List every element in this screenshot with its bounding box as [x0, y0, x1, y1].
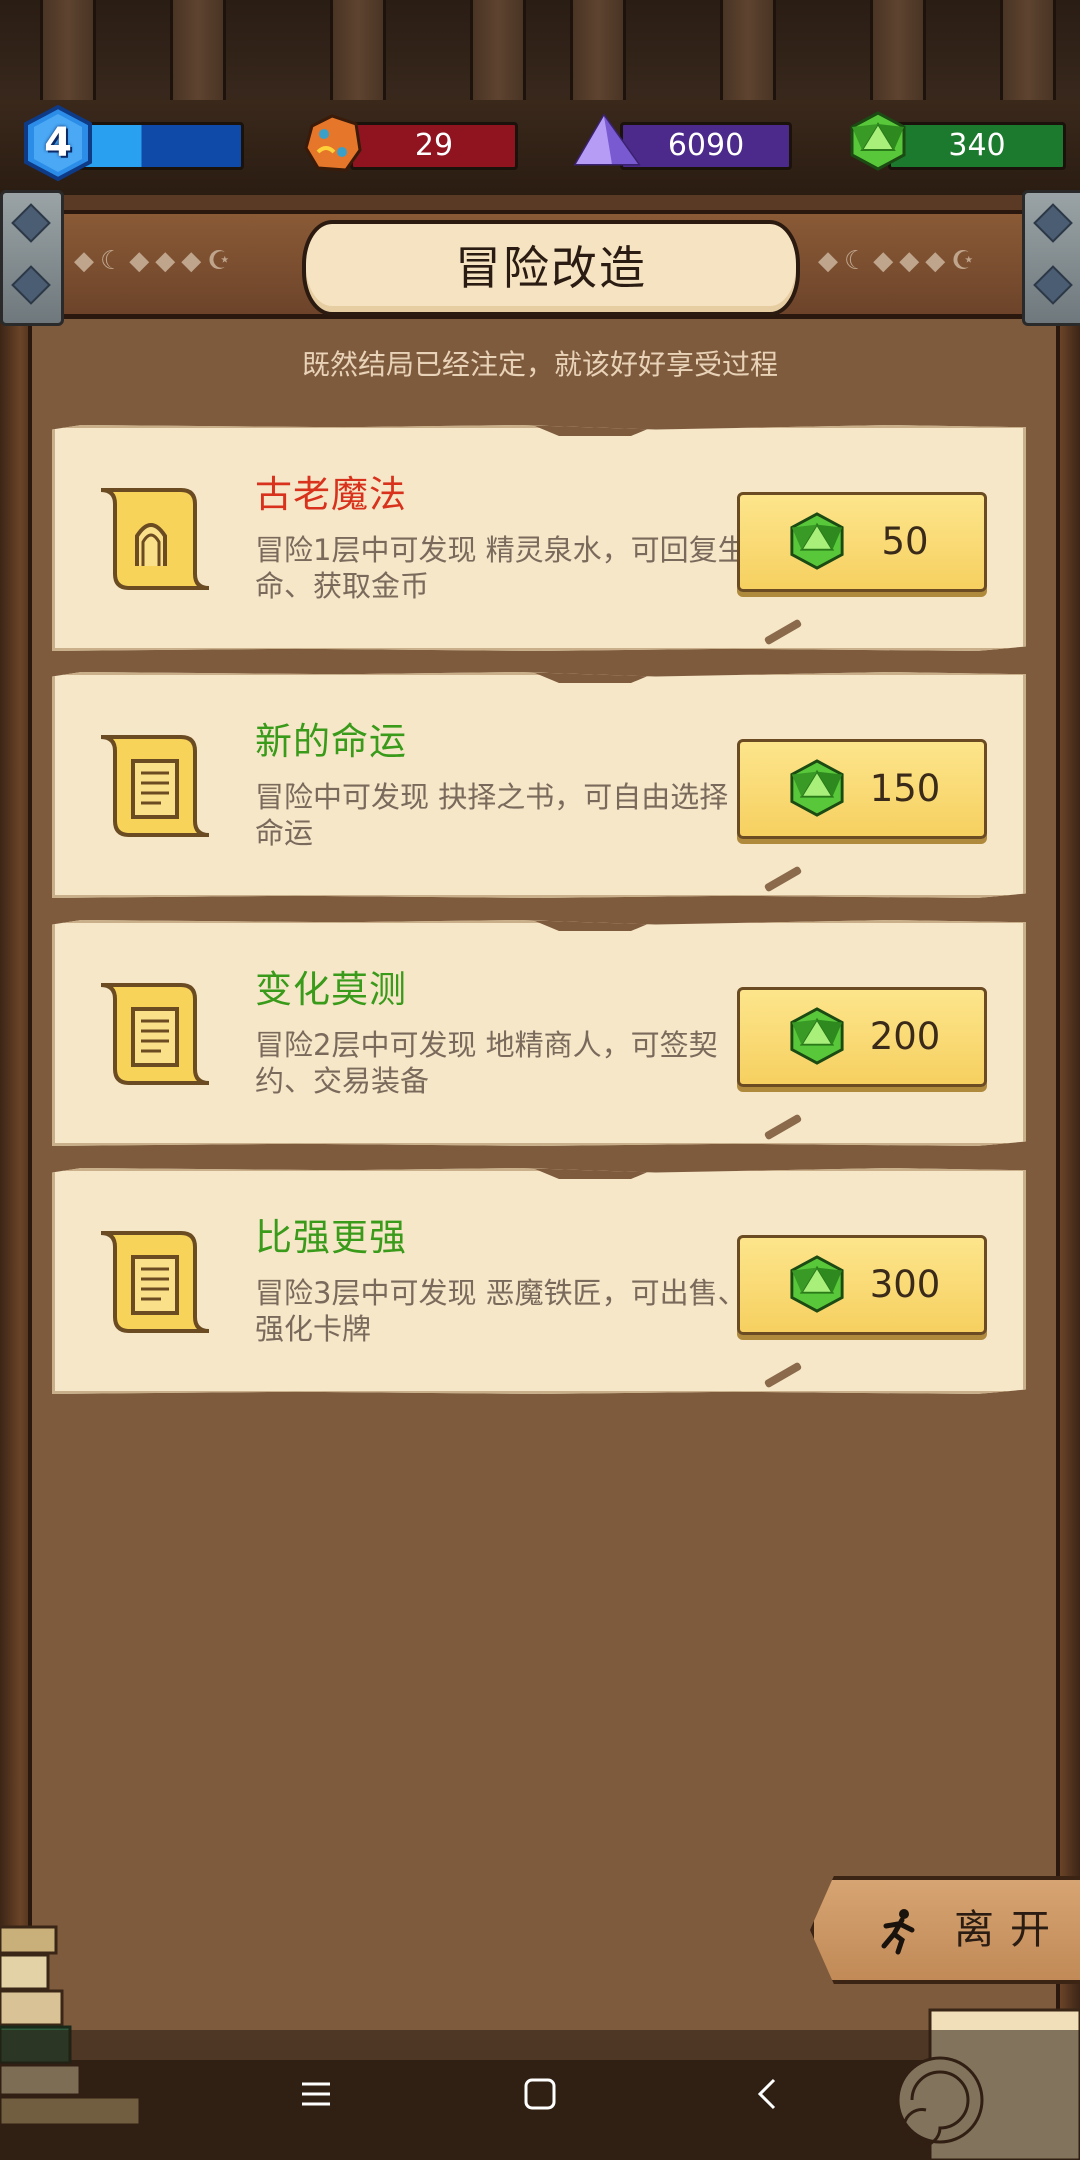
scroll-icon — [100, 488, 210, 590]
pencil-decoration — [763, 1361, 803, 1389]
leave-button[interactable]: 离开 — [810, 1876, 1080, 1984]
buy-upgrade-button[interactable]: 50 — [737, 492, 987, 592]
running-man-icon — [881, 1909, 915, 1955]
pencil-decoration — [763, 865, 803, 893]
upgrade-description: 冒险中可发现 抉择之书，可自由选择命运 — [255, 780, 729, 850]
wood-plank — [40, 0, 96, 110]
level-value: 4 — [44, 120, 72, 166]
page-title: 冒险改造 — [302, 220, 800, 316]
upgrade-description: 冒险2层中可发现 地精商人，可签契约、交易装备 — [255, 1028, 718, 1098]
stone-value: 29 — [414, 128, 454, 163]
level-badge[interactable]: 4 — [22, 104, 94, 182]
crystal-counter: 6090 — [620, 122, 792, 170]
purple-crystal-icon — [573, 114, 641, 166]
upgrade-card: 变化莫测冒险2层中可发现 地精商人，可签契约、交易装备 200 — [52, 920, 1026, 1146]
buy-upgrade-button[interactable]: 200 — [737, 987, 987, 1087]
green-gem-icon — [790, 759, 844, 817]
orange-rune-stone-icon — [304, 114, 362, 172]
pencil-decoration — [763, 1113, 803, 1141]
scroll-icon — [100, 735, 210, 837]
buy-upgrade-button[interactable]: 150 — [737, 739, 987, 839]
gem-counter: 340 — [888, 122, 1066, 170]
corner-stone-right — [1022, 190, 1080, 326]
rune-decoration-left: ◆☾◆◆◆☪ — [74, 246, 237, 276]
gem-value: 340 — [948, 128, 1006, 163]
wood-plank — [720, 0, 776, 110]
wood-plank — [470, 0, 526, 110]
wood-plank — [1000, 0, 1056, 110]
upgrade-card: 古老魔法冒险1层中可发现 精灵泉水，可回复生命、获取金币 50 — [52, 425, 1026, 651]
system-navigation-bar — [0, 2030, 1080, 2160]
green-gem-icon — [790, 1255, 844, 1313]
upgrade-description: 冒险3层中可发现 恶魔铁匠，可出售、强化卡牌 — [255, 1276, 747, 1346]
leave-label: 离开 — [954, 1907, 1066, 1953]
crystal-value: 6090 — [667, 128, 745, 163]
upgrade-description: 冒险1层中可发现 精灵泉水，可回复生命、获取金币 — [255, 533, 747, 603]
upgrade-price: 150 — [869, 767, 941, 810]
top-background — [0, 0, 1080, 200]
upgrade-card: 比强更强冒险3层中可发现 恶魔铁匠，可出售、强化卡牌 300 — [52, 1168, 1026, 1394]
home-icon[interactable] — [510, 2064, 570, 2124]
upgrade-title: 比强更强 — [255, 1216, 407, 1259]
upgrade-title: 新的命运 — [255, 720, 407, 763]
scroll-icon — [100, 1231, 210, 1333]
upgrade-price: 50 — [881, 520, 929, 563]
corner-stone-left — [0, 190, 64, 326]
level-progress-bar — [72, 122, 244, 170]
scroll-icon — [100, 983, 210, 1085]
upgrade-card: 新的命运冒险中可发现 抉择之书，可自由选择命运 150 — [52, 672, 1026, 898]
subtitle: 既然结局已经注定，就该好好享受过程 — [301, 348, 778, 381]
back-icon[interactable] — [738, 2064, 798, 2124]
upgrade-title: 变化莫测 — [255, 968, 407, 1011]
wood-plank — [170, 0, 226, 110]
upgrade-price: 200 — [869, 1015, 941, 1058]
green-gem-icon — [850, 111, 906, 171]
wood-plank — [330, 0, 386, 110]
upgrade-title: 古老魔法 — [255, 473, 407, 516]
wood-plank — [870, 0, 926, 110]
buy-upgrade-button[interactable]: 300 — [737, 1235, 987, 1335]
green-gem-icon — [790, 1007, 844, 1065]
upgrade-price: 300 — [869, 1263, 941, 1306]
rune-decoration-right: ◆☾◆◆◆☪ — [818, 246, 981, 276]
wood-plank — [570, 0, 626, 110]
stone-counter: 29 — [350, 122, 518, 170]
pencil-decoration — [763, 618, 803, 646]
green-gem-icon — [790, 512, 844, 570]
menu-icon[interactable] — [286, 2064, 346, 2124]
